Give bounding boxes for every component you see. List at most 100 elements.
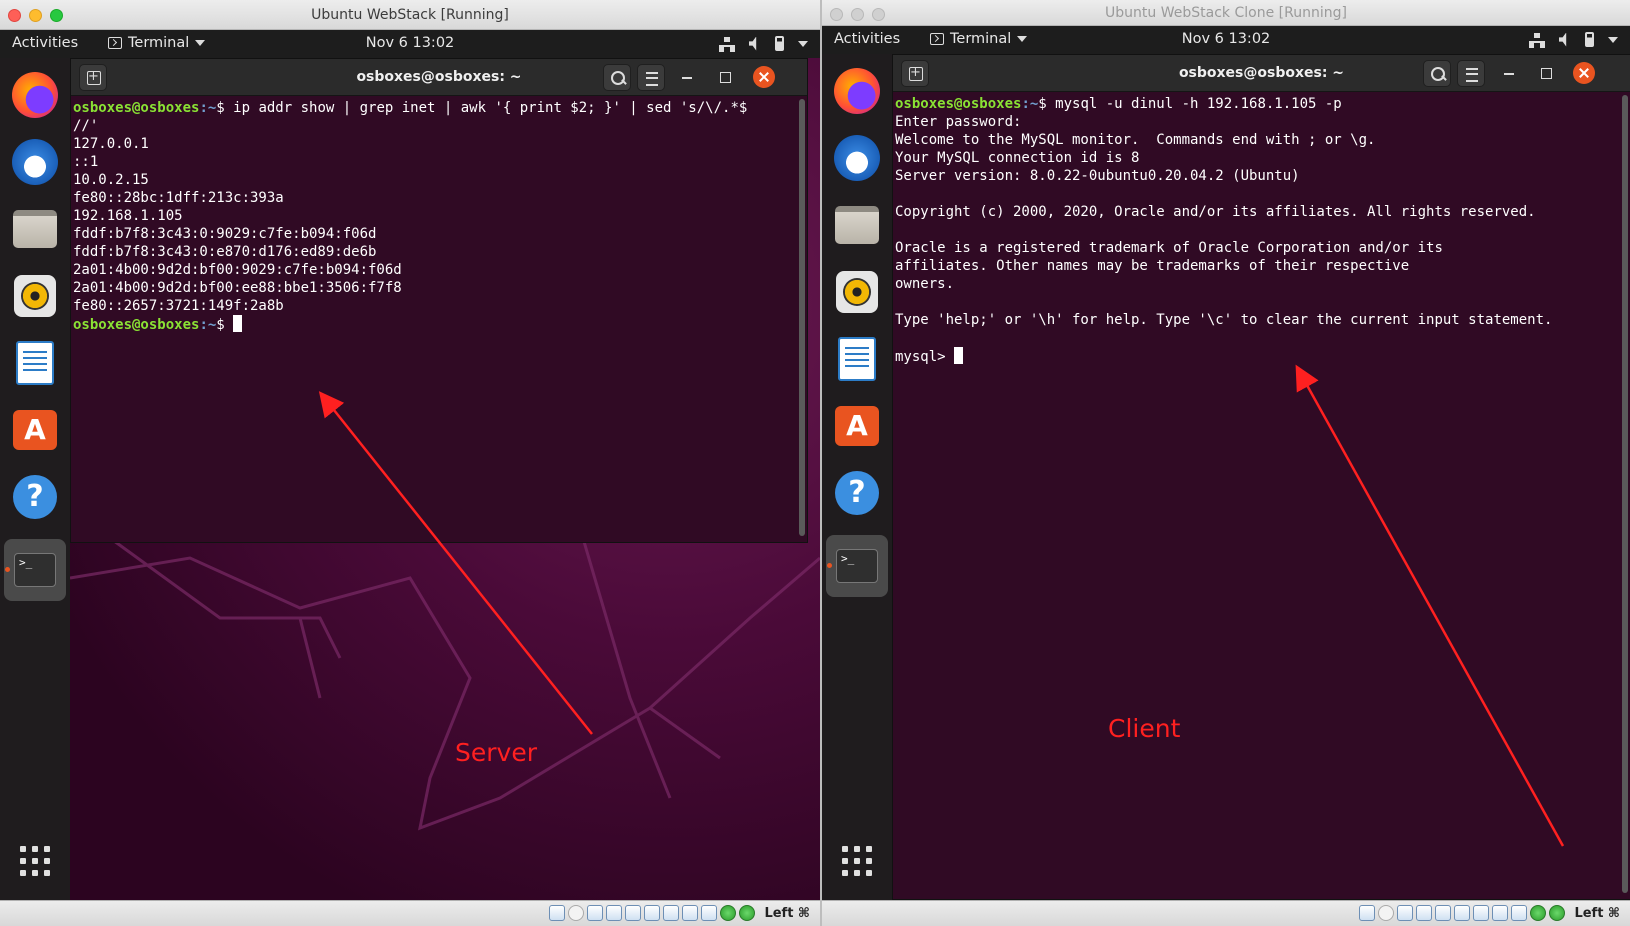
output-line: Copyright (c) 2000, 2020, Oracle and/or …: [895, 204, 1536, 220]
close-icon[interactable]: [753, 66, 775, 88]
display-icon[interactable]: [1473, 905, 1490, 921]
prompt-user: osboxes@osboxes: [73, 100, 200, 116]
dock-show-apps[interactable]: [10, 836, 60, 886]
restore-icon[interactable]: [1535, 62, 1557, 84]
close-icon[interactable]: [1573, 62, 1595, 84]
system-tray[interactable]: [719, 36, 808, 52]
terminal-headerbar: osboxes@osboxes: ~: [893, 55, 1630, 92]
optical-drive-icon[interactable]: [568, 905, 585, 921]
server-terminal-window[interactable]: osboxes@osboxes: ~ osboxes@osboxes:~$ ip…: [70, 58, 808, 543]
dock: A ? >_: [822, 54, 892, 900]
cpu-icon[interactable]: [701, 905, 718, 921]
output-line: Welcome to the MySQL monitor. Commands e…: [895, 132, 1376, 148]
firefox-icon: [834, 68, 880, 114]
dock-terminal[interactable]: >_: [826, 535, 888, 597]
dock-rhythmbox[interactable]: [832, 267, 882, 317]
client-terminal-output[interactable]: osboxes@osboxes:~$ mysql -u dinul -h 192…: [895, 95, 1618, 899]
server-terminal-output[interactable]: osboxes@osboxes:~$ ip addr show | grep i…: [73, 99, 795, 542]
terminal-app-icon: [108, 37, 122, 49]
client-vm-window: Ubuntu WebStack Clone [Running] Activiti…: [822, 0, 1630, 926]
prompt-symbol: $: [216, 100, 234, 116]
usb-icon[interactable]: [625, 905, 642, 921]
output-line: 2a01:4b00:9d2d:bf00:9029:c7fe:b094:f06d: [73, 262, 402, 278]
app-menu[interactable]: Terminal: [108, 35, 206, 51]
output-line: 192.168.1.105: [73, 208, 183, 224]
cpu-icon[interactable]: [1511, 905, 1528, 921]
thunderbird-icon: [12, 139, 58, 185]
host-key-label: Left ⌘: [1574, 905, 1620, 921]
dock-firefox[interactable]: [10, 70, 60, 120]
minimize-icon[interactable]: [676, 66, 698, 88]
host-key-label: Left ⌘: [764, 905, 810, 921]
dock-help[interactable]: ?: [10, 472, 60, 522]
dock-show-apps[interactable]: [832, 836, 882, 886]
dock-software[interactable]: A: [832, 401, 882, 451]
harddisk-icon[interactable]: [549, 905, 566, 921]
dock-thunderbird[interactable]: [10, 137, 60, 187]
writer-icon: [838, 337, 876, 381]
chevron-down-icon: [1017, 36, 1028, 42]
show-apps-icon: [842, 846, 872, 876]
shared-folder-icon[interactable]: [644, 905, 661, 921]
search-icon[interactable]: [603, 64, 631, 91]
app-menu-label: Terminal: [128, 35, 190, 51]
dock-thunderbird[interactable]: [832, 133, 882, 183]
activities-button[interactable]: Activities: [834, 31, 900, 47]
activities-button[interactable]: Activities: [12, 35, 78, 51]
app-menu[interactable]: Terminal: [930, 31, 1028, 47]
annotation-server: Server: [455, 738, 537, 767]
network-adapter-icon[interactable]: [606, 905, 623, 921]
hamburger-menu-icon[interactable]: [1457, 60, 1485, 87]
dock-files[interactable]: [832, 200, 882, 250]
output-line: Type 'help;' or '\h' for help. Type '\c'…: [895, 312, 1553, 328]
maximize-icon[interactable]: [714, 66, 736, 88]
scrollbar[interactable]: [799, 99, 805, 536]
client-terminal-window[interactable]: osboxes@osboxes: ~ osboxes@osboxes:~$ my…: [892, 54, 1630, 900]
text-cursor: [233, 315, 243, 332]
guest-additions-icon[interactable]: [720, 905, 737, 921]
dock-writer[interactable]: [832, 334, 882, 384]
scrollbar[interactable]: [1622, 95, 1628, 893]
audio-icon[interactable]: [1397, 905, 1414, 921]
server-mac-titlebar: Ubuntu WebStack [Running]: [0, 0, 820, 30]
dock-terminal[interactable]: >_: [4, 539, 66, 601]
volume-icon: [749, 36, 757, 51]
prompt-path: :~: [1021, 96, 1039, 112]
minimize-icon[interactable]: [1498, 62, 1520, 84]
guest-additions-icon[interactable]: [1530, 905, 1547, 921]
harddisk-icon[interactable]: [1359, 905, 1376, 921]
dock-files[interactable]: [10, 204, 60, 254]
optical-drive-icon[interactable]: [1378, 905, 1395, 921]
output-line: Enter password:: [895, 114, 1022, 130]
prompt-symbol: $: [1038, 96, 1056, 112]
dock: A ? >_: [0, 58, 70, 900]
dock-writer[interactable]: [10, 338, 60, 388]
dock-help[interactable]: ?: [832, 468, 882, 518]
client-guest-screen: Activities Terminal Nov 6 13:02 A ? >_ +…: [822, 26, 1630, 900]
output-line: 10.0.2.15: [73, 172, 149, 188]
mouse-integration-icon[interactable]: [1549, 905, 1566, 921]
output-line: 127.0.0.1: [73, 136, 149, 152]
volume-icon: [1559, 32, 1567, 47]
client-mac-titlebar: Ubuntu WebStack Clone [Running]: [822, 0, 1630, 26]
audio-icon[interactable]: [587, 905, 604, 921]
software-icon: A: [13, 410, 57, 450]
recording-icon[interactable]: [1492, 905, 1509, 921]
display-icon[interactable]: [663, 905, 680, 921]
dock-rhythmbox[interactable]: [10, 271, 60, 321]
terminal-app-icon: [930, 33, 944, 45]
hamburger-menu-icon[interactable]: [637, 64, 665, 91]
system-tray[interactable]: [1529, 32, 1618, 48]
usb-icon[interactable]: [1435, 905, 1452, 921]
recording-icon[interactable]: [682, 905, 699, 921]
dock-firefox[interactable]: [832, 66, 882, 116]
shared-folder-icon[interactable]: [1454, 905, 1471, 921]
output-line: fe80::2657:3721:149f:2a8b: [73, 298, 284, 314]
dock-software[interactable]: A: [10, 405, 60, 455]
mouse-integration-icon[interactable]: [739, 905, 756, 921]
network-icon: [719, 36, 735, 52]
search-icon[interactable]: [1423, 60, 1451, 87]
chevron-down-icon: [1608, 36, 1618, 43]
network-adapter-icon[interactable]: [1416, 905, 1433, 921]
text-cursor: [954, 347, 964, 364]
